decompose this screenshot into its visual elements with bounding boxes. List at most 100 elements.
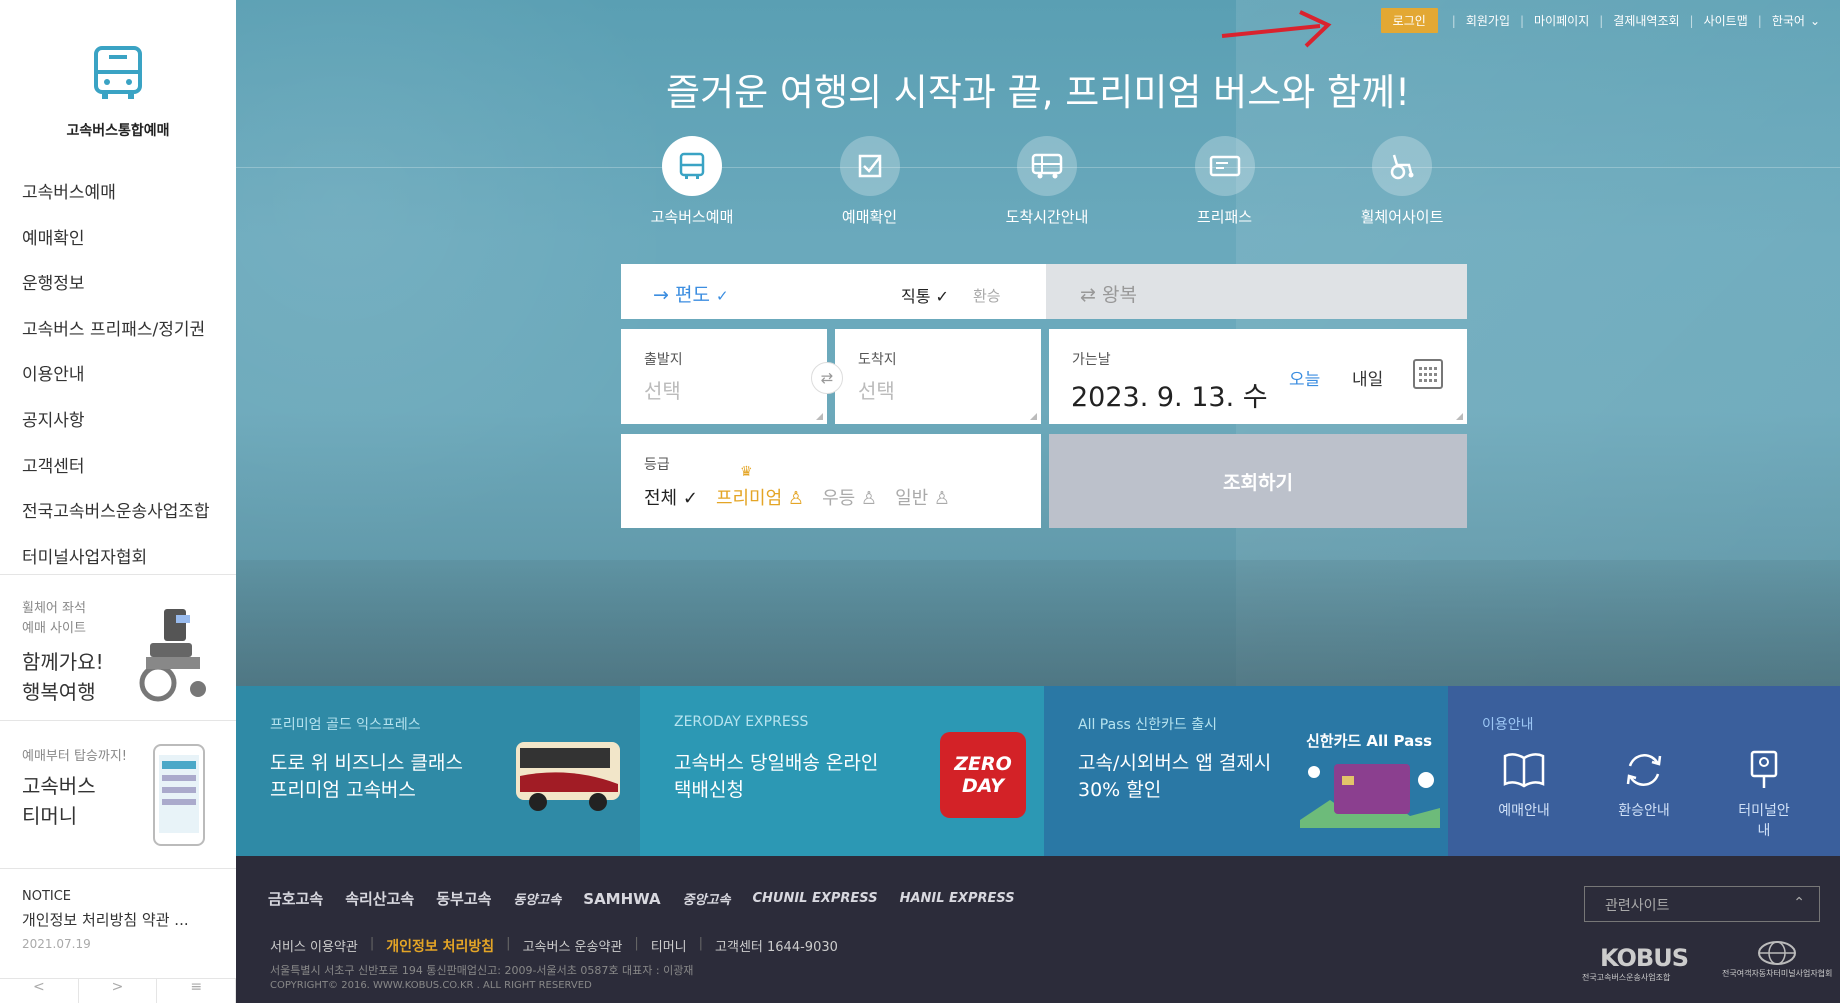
departure-field[interactable]: 출발지 선택 <box>621 329 827 424</box>
grade-premium-label: 프리미엄 <box>715 488 783 509</box>
banner-title: 고속버스 당일배송 온라인 택배신청 <box>674 752 879 801</box>
roundtrip-option[interactable]: ⇄ 왕복 <box>1080 280 1137 307</box>
tab-arrival-time[interactable]: 도착시간안내 <box>977 136 1117 236</box>
terminal-guide-link[interactable]: 터미널안내 <box>1732 750 1796 840</box>
partner-logo[interactable]: CHUNIL EXPRESS <box>752 891 877 906</box>
guide-banner: 이용안내 예매안내 환승안내 터미널안내 <box>1448 686 1840 856</box>
oneway-panel[interactable]: → 편도 ✓ 직통 ✓ 환승 <box>621 264 1046 319</box>
login-button[interactable]: 로그인 <box>1380 8 1438 33</box>
tab-freepass[interactable]: 프리패스 <box>1155 136 1295 236</box>
date-label: 가는날 <box>1072 352 1111 368</box>
grade-options: 전체 ✓ ♛ 프리미엄 ♙ 우등 ♙ 일반 ♙ <box>644 464 950 510</box>
next-icon[interactable]: > <box>79 979 158 1003</box>
customer-center-link[interactable]: 고객센터 1644-9030 <box>715 936 838 956</box>
kobus-logo-text: KOBUS <box>1600 944 1689 972</box>
swap-icon: ⇄ <box>820 369 834 387</box>
mypage-link[interactable]: 마이페이지 <box>1534 12 1589 29</box>
tmoney-promo[interactable]: 예매부터 탑승까지! 고속버스 티머니 <box>0 720 236 868</box>
partner-logo[interactable]: 금호고속 <box>268 888 323 909</box>
oneway-option[interactable]: → 편도 ✓ <box>653 280 729 307</box>
calendar-icon[interactable] <box>1413 359 1443 389</box>
wheelchair-image <box>139 609 206 702</box>
tab-reservation-check[interactable]: 예매확인 <box>800 136 940 236</box>
side-nav-item[interactable]: 고속버스 프리패스/정기권 <box>22 315 210 361</box>
partner-logo[interactable]: 동부고속 <box>436 888 491 909</box>
date-value: 2023. 9. 13. 수 <box>1071 382 1268 413</box>
sitemap-link[interactable]: 사이트맵 <box>1704 12 1748 29</box>
grade-normal-option[interactable]: 일반 ♙ <box>895 484 950 510</box>
bus-schedule-icon <box>1017 136 1077 196</box>
today-button[interactable]: 오늘 <box>1289 365 1320 390</box>
side-nav-item[interactable]: 고속버스예매 <box>22 178 210 224</box>
side-nav-item[interactable]: 예매확인 <box>22 224 210 270</box>
grade-all-label: 전체 <box>644 488 678 509</box>
link-label: 환승안내 <box>1618 803 1670 819</box>
trip-type-bar: → 편도 ✓ 직통 ✓ 환승 ⇄ 왕복 <box>621 264 1467 319</box>
partner-logo[interactable]: SAMHWA <box>583 890 660 908</box>
menu-icon[interactable]: ≡ <box>157 979 237 1003</box>
language-select[interactable]: 한국어 <box>1772 12 1805 29</box>
wheelchair-promo-sub: 휠체어 좌석 예매 사이트 <box>22 601 86 636</box>
departure-label: 출발지 <box>644 352 683 368</box>
partner-logo[interactable]: 속리산고속 <box>345 888 414 909</box>
premium-bus-banner[interactable]: 프리미엄 골드 익스프레스 도로 위 비즈니스 클래스 프리미엄 고속버스 <box>236 686 640 856</box>
banner-sub: ZERODAY EXPRESS <box>674 714 809 730</box>
side-nav-item[interactable]: 이용안내 <box>22 360 210 406</box>
swap-route-button[interactable]: ⇄ <box>811 362 843 394</box>
guide-links: 예매안내 환승안내 터미널안내 <box>1492 750 1796 840</box>
assoc-text: 전국여객자동차터미널사업자협회 <box>1722 969 1833 978</box>
direct-label: 직통 <box>901 287 931 306</box>
partner-logo[interactable]: 중앙고속 <box>683 889 731 908</box>
arrival-label: 도착지 <box>858 352 897 368</box>
related-sites-label: 관련사이트 <box>1605 898 1670 914</box>
tab-label: 예매확인 <box>841 208 898 226</box>
link-label: 예매안내 <box>1498 803 1550 819</box>
grade-label: 등급 <box>644 457 670 473</box>
side-nav-item[interactable]: 고객센터 <box>22 452 210 498</box>
date-field[interactable]: 가는날 2023. 9. 13. 수 오늘 내일 <box>1049 329 1467 424</box>
wheelchair-promo[interactable]: 휠체어 좌석 예매 사이트 함께가요! 행복여행 <box>0 574 236 719</box>
roundtrip-panel[interactable]: ⇄ 왕복 <box>1046 264 1467 319</box>
partner-logo[interactable]: 동양고속 <box>513 889 561 908</box>
check-icon: ✓ <box>715 287 729 305</box>
tab-bus-booking[interactable]: 고속버스예매 <box>622 136 762 236</box>
privacy-link[interactable]: 개인정보 처리방침 <box>386 936 494 956</box>
notice-box[interactable]: NOTICE 개인정보 처리방침 약관 ... 2021.07.19 <box>0 868 236 978</box>
grade-all-option[interactable]: 전체 ✓ <box>644 484 698 510</box>
refresh-icon <box>1626 754 1662 786</box>
chevron-down-icon: ⌄ <box>1809 13 1820 28</box>
tab-label: 프리패스 <box>1196 208 1253 226</box>
prev-icon[interactable]: < <box>0 979 79 1003</box>
partner-logo[interactable]: HANIL EXPRESS <box>900 891 1015 906</box>
site-logo[interactable]: 고속버스통합예매 <box>0 42 236 140</box>
departure-value: 선택 <box>644 379 681 403</box>
transfer-guide-link[interactable]: 환승안내 <box>1612 750 1676 840</box>
promo-banners: 프리미엄 골드 익스프레스 도로 위 비즈니스 클래스 프리미엄 고속버스 ZE… <box>236 686 1840 856</box>
payment-history-link[interactable]: 결제내역조회 <box>1613 12 1679 29</box>
tmoney-link[interactable]: 티머니 <box>651 936 687 956</box>
signup-link[interactable]: 회원가입 <box>1466 12 1510 29</box>
side-nav-item[interactable]: 공지사항 <box>22 406 210 452</box>
notice-title[interactable]: 개인정보 처리방침 약관 ... <box>22 909 189 930</box>
grade-superior-option[interactable]: 우등 ♙ <box>822 484 877 510</box>
tab-label: 고속버스예매 <box>650 208 734 226</box>
search-button[interactable]: 조회하기 <box>1049 434 1467 528</box>
transfer-option[interactable]: 환승 <box>973 285 1001 306</box>
related-sites-select[interactable]: 관련사이트 ⌃ <box>1584 886 1820 922</box>
arrival-field[interactable]: 도착지 선택 <box>835 329 1041 424</box>
service-tabs: 고속버스예매 예매확인 도착시간안내 프리패스 휠체어사이트 <box>622 136 1472 236</box>
grade-premium-option[interactable]: ♛ 프리미엄 ♙ <box>715 464 804 510</box>
terms-link[interactable]: 서비스 이용약관 <box>270 936 358 956</box>
tab-wheelchair-site[interactable]: 휠체어사이트 <box>1332 136 1472 236</box>
zeroday-banner[interactable]: ZERODAY EXPRESS 고속버스 당일배송 온라인 택배신청 ZERO … <box>640 686 1044 856</box>
tmoney-promo-sub: 예매부터 탑승까지! <box>22 749 128 764</box>
allpass-card-banner[interactable]: All Pass 신한카드 출시 고속/시외버스 앱 결제시 30% 할인 신한… <box>1044 686 1448 856</box>
side-nav-item[interactable]: 운행정보 <box>22 269 210 315</box>
tomorrow-button[interactable]: 내일 <box>1352 365 1383 390</box>
side-nav-item[interactable]: 전국고속버스운송사업조합 <box>22 497 210 543</box>
direct-option[interactable]: 직통 ✓ <box>901 283 949 307</box>
transport-terms-link[interactable]: 고속버스 운송약관 <box>523 936 623 956</box>
book-icon <box>1503 753 1545 788</box>
booking-guide-link[interactable]: 예매안내 <box>1492 750 1556 840</box>
banner-sub: All Pass 신한카드 출시 <box>1078 717 1217 733</box>
